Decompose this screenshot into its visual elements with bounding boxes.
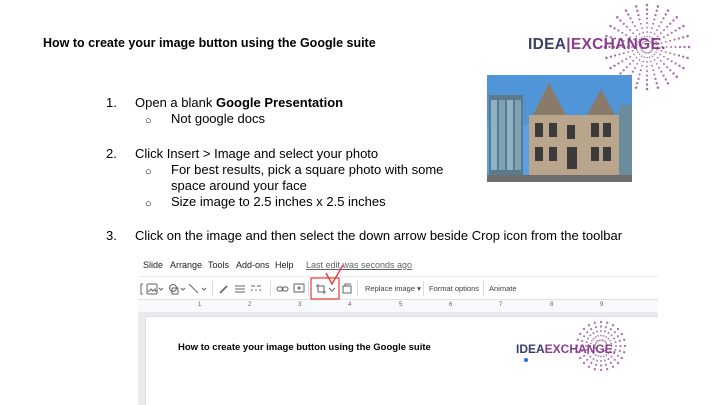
format-options-button[interactable]: Format options (429, 284, 479, 293)
step-2-text: Click Insert > Image and select your pho… (135, 146, 379, 161)
step-3-number: 3. (106, 228, 117, 243)
step-3-text: Click on the image and then select the d… (135, 228, 623, 243)
step-2-sub-1: For best results, pick a square photo wi… (171, 162, 444, 177)
logo-exchange: EXCHANGE (570, 36, 662, 53)
shape-icon[interactable] (168, 283, 186, 295)
bullet-icon: ○ (145, 166, 152, 178)
selection-handle[interactable] (524, 358, 528, 362)
slide: How to create your image button using th… (0, 0, 720, 405)
logo-text: IDEA|EXCHANGE. (528, 36, 666, 54)
menu-bar: Slide Arrange Tools Add-ons Help Last ed… (138, 254, 658, 276)
replace-image-button[interactable]: Replace image ▾ (365, 284, 421, 293)
menu-addons[interactable]: Add-ons (236, 260, 270, 270)
animate-button[interactable]: Animate (489, 284, 517, 293)
canvas-slide-title: How to create your image button using th… (178, 342, 431, 353)
step-2-number: 2. (106, 146, 117, 161)
comment-icon[interactable] (293, 283, 305, 295)
line-icon[interactable] (188, 283, 208, 295)
step-2-sub-1-cont: space around your face (171, 178, 307, 193)
logo-dot: . (661, 36, 666, 53)
crop-highlight-annotation (310, 264, 344, 300)
logo-idea: IDEA (528, 36, 567, 53)
building-photo (487, 75, 632, 182)
step-1-text: Open a blank Google Presentation (135, 95, 344, 110)
step-1-number: 1. (106, 95, 117, 110)
image-icon[interactable] (146, 283, 164, 295)
menu-arrange[interactable]: Arrange (170, 260, 202, 270)
ruler: 1 2 3 4 5 6 7 8 9 (138, 300, 658, 312)
menu-tools[interactable]: Tools (208, 260, 229, 270)
bullet-icon: ○ (145, 198, 152, 210)
line-weight-icon[interactable] (234, 283, 246, 295)
link-icon[interactable] (276, 283, 290, 295)
canvas-logo[interactable]: IDEAEXCHANGE. (516, 318, 656, 378)
line-dash-icon[interactable] (250, 283, 264, 295)
slide-title: How to create your image button using th… (43, 36, 376, 50)
google-slides-screenshot: Slide Arrange Tools Add-ons Help Last ed… (138, 254, 658, 405)
step-1-sub-1: Not google docs (171, 111, 265, 126)
menu-slide[interactable]: Slide (143, 260, 163, 270)
toolbar: Replace image ▾ Format options Animate (138, 264, 658, 300)
step-2-sub-2: Size image to 2.5 inches x 2.5 inches (171, 194, 386, 209)
pen-icon[interactable] (218, 283, 230, 295)
menu-help[interactable]: Help (275, 260, 294, 270)
bullet-icon: ○ (145, 115, 152, 127)
